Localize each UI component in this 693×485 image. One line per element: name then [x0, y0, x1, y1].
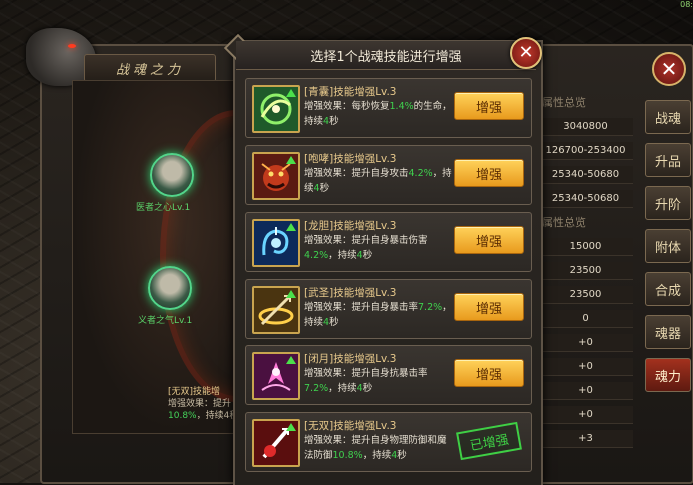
attr-value: +3 [538, 430, 633, 448]
close-icon: ✕ [660, 57, 678, 81]
skill-card: [武圣]技能增强Lv.3 增强效果：提升自身暴击率7.2%，持续4秒 增强 [245, 279, 532, 339]
skill-desc: 增强效果：提升自身抗暴击率7.2%，持续4秒 [304, 368, 428, 394]
enhance-button[interactable]: 增强 [454, 92, 524, 120]
roar-skill-icon [252, 152, 300, 200]
dialog-title: 选择1个战魂技能进行增强 [236, 41, 536, 70]
bg-skill-line1: 增强效果：提升 [168, 399, 232, 409]
skill-name: [无双]技能增强Lv.3 [304, 420, 397, 432]
clock-text: 08: [680, 0, 693, 9]
tab-combine[interactable]: 合成 [645, 272, 691, 306]
bg-skill-name: [无双]技能增 [168, 387, 221, 397]
attr-header: 属性总览 [542, 96, 586, 109]
tab-soul-item[interactable]: 魂器 [645, 315, 691, 349]
panel-close-button[interactable]: ✕ [652, 52, 686, 86]
dragon-courage-skill-icon [252, 219, 300, 267]
right-tab-bar: 战魂 升品 升阶 附体 合成 魂器 魂力 [645, 100, 691, 401]
skill-name: [武圣]技能增强Lv.3 [304, 287, 397, 299]
skill-desc: 增强效果：提升自身攻击4.2%，持续4秒 [304, 168, 452, 194]
skill-name: [龙胆]技能增强Lv.3 [304, 220, 397, 232]
closed-moon-skill-icon [252, 352, 300, 400]
attr-value: +0 [538, 358, 633, 376]
skill-name: [咆哮]技能增强Lv.3 [304, 153, 397, 165]
skill-card: [无双]技能增强Lv.3 增强效果：提升自身物理防御和魔法防御10.8%，持续4… [245, 412, 532, 472]
enhanced-stamp: 已增强 [456, 421, 522, 461]
skill-desc: 增强效果：提升自身暴击率7.2%，持续4秒 [304, 302, 452, 328]
dragon-eye [68, 44, 76, 48]
enhance-button[interactable]: 增强 [454, 359, 524, 387]
tab-soul[interactable]: 战魂 [645, 100, 691, 134]
attr-value: 15000 [538, 238, 633, 256]
attr-value: +0 [538, 382, 633, 400]
skill-card: [闭月]技能增强Lv.3 增强效果：提升自身抗暴击率7.2%，持续4秒 增强 [245, 345, 532, 405]
skill-desc: 增强效果：每秒恢复1.4%的生命，持续4秒 [304, 101, 452, 127]
skill-name: [青囊]技能增强Lv.3 [304, 86, 397, 98]
skill-name: [闭月]技能增强Lv.3 [304, 353, 397, 365]
peerless-skill-icon [252, 419, 300, 467]
skill-orb-healer[interactable] [150, 153, 194, 197]
attr-value: 25340-50680 [538, 166, 633, 184]
attr-value: 0 [538, 310, 633, 328]
close-icon: ✕ [518, 42, 534, 63]
skill-card: [咆哮]技能增强Lv.3 增强效果：提升自身攻击4.2%，持续4秒 增强 [245, 145, 532, 205]
tab-upgrade-rank[interactable]: 升阶 [645, 186, 691, 220]
attr-header: 属性总览 [542, 216, 586, 229]
attr-value: +0 [538, 334, 633, 352]
tab-upgrade-quality[interactable]: 升品 [645, 143, 691, 177]
attr-value: 23500 [538, 286, 633, 304]
tab-possess[interactable]: 附体 [645, 229, 691, 263]
skill-orb-righteous[interactable] [148, 266, 192, 310]
attr-value: 3040800 [538, 118, 633, 136]
panel-title: 战魂之力 [84, 54, 216, 82]
attr-value: 126700-253400 [538, 142, 633, 160]
skill-card: [青囊]技能增强Lv.3 增强效果：每秒恢复1.4%的生命，持续4秒 增强 [245, 78, 532, 138]
skill-card: [龙胆]技能增强Lv.3 增强效果：提升自身暴击伤害4.2%，持续4秒 增强 [245, 212, 532, 272]
bg-skill-line2: 10.8%，持续4秒 [168, 410, 238, 422]
clock: 08: [666, 0, 693, 20]
attribute-column: 属性总览 3040800 126700-253400 25340-50680 2… [538, 92, 633, 454]
martial-saint-skill-icon [252, 286, 300, 334]
enhance-button[interactable]: 增强 [454, 293, 524, 321]
enhance-button[interactable]: 增强 [454, 226, 524, 254]
tab-soul-power[interactable]: 魂力 [645, 358, 691, 392]
skill-orb-label: 义者之气Lv.1 [138, 316, 193, 326]
attr-value: 25340-50680 [538, 190, 633, 208]
background-skill-text: [无双]技能增 增强效果：提升 10.8%，持续4秒 [168, 386, 238, 422]
attr-value: 23500 [538, 262, 633, 280]
qingnang-skill-icon [252, 85, 300, 133]
dialog-close-button[interactable]: ✕ [510, 37, 542, 69]
skill-orb-label: 医者之心Lv.1 [136, 203, 191, 213]
skill-desc: 增强效果：提升自身暴击伤害4.2%，持续4秒 [304, 235, 428, 261]
attr-value: +0 [538, 406, 633, 424]
bg-skill-pct: 10.8% [168, 411, 197, 421]
enhance-button[interactable]: 增强 [454, 159, 524, 187]
skill-desc: 增强效果：提升自身物理防御和魔法防御10.8%，持续4秒 [304, 435, 447, 461]
